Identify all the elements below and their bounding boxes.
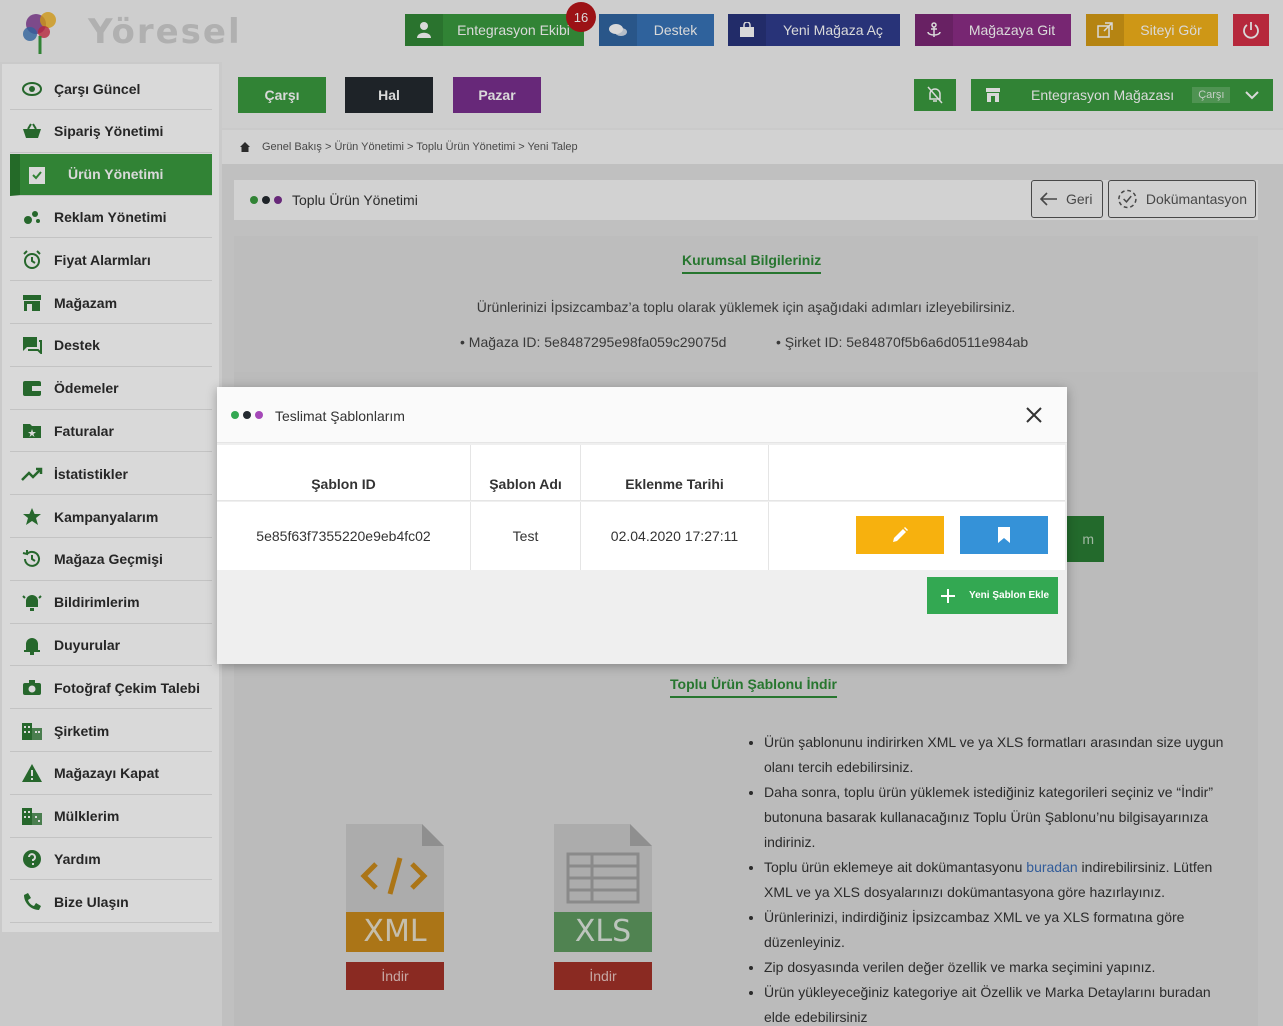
bookmark-button[interactable]	[960, 516, 1048, 554]
table-header: Şablon ID Şablon Adı Eklenme Tarihi	[217, 445, 1065, 501]
column-header-actions	[769, 445, 1065, 500]
added-date-cell: 02.04.2020 17:27:11	[581, 502, 769, 570]
add-template-label: Yeni Şablon Ekle	[969, 590, 1050, 601]
template-name-cell: Test	[471, 502, 581, 570]
column-header-template-id: Şablon ID	[217, 445, 471, 500]
bookmark-icon	[998, 527, 1010, 543]
delivery-templates-modal: Teslimat Şablonlarım Şablon ID Şablon Ad…	[217, 387, 1067, 664]
pencil-icon	[893, 527, 908, 542]
modal-header: Teslimat Şablonlarım	[217, 387, 1067, 443]
plus-icon	[941, 588, 955, 603]
column-header-added-date: Eklenme Tarihi	[581, 445, 769, 500]
close-button[interactable]	[1023, 404, 1045, 426]
modal-title: Teslimat Şablonlarım	[275, 408, 405, 424]
table-row: 5e85f63f7355220e9eb4fc02 Test 02.04.2020…	[217, 502, 1065, 570]
edit-button[interactable]	[856, 516, 944, 554]
add-template-button[interactable]: Yeni Şablon Ekle	[927, 577, 1058, 614]
column-header-template-name: Şablon Adı	[471, 445, 581, 500]
template-id-cell: 5e85f63f7355220e9eb4fc02	[217, 502, 471, 570]
window-dots-icon	[231, 411, 263, 419]
actions-cell	[769, 502, 1065, 570]
close-icon	[1026, 407, 1042, 423]
